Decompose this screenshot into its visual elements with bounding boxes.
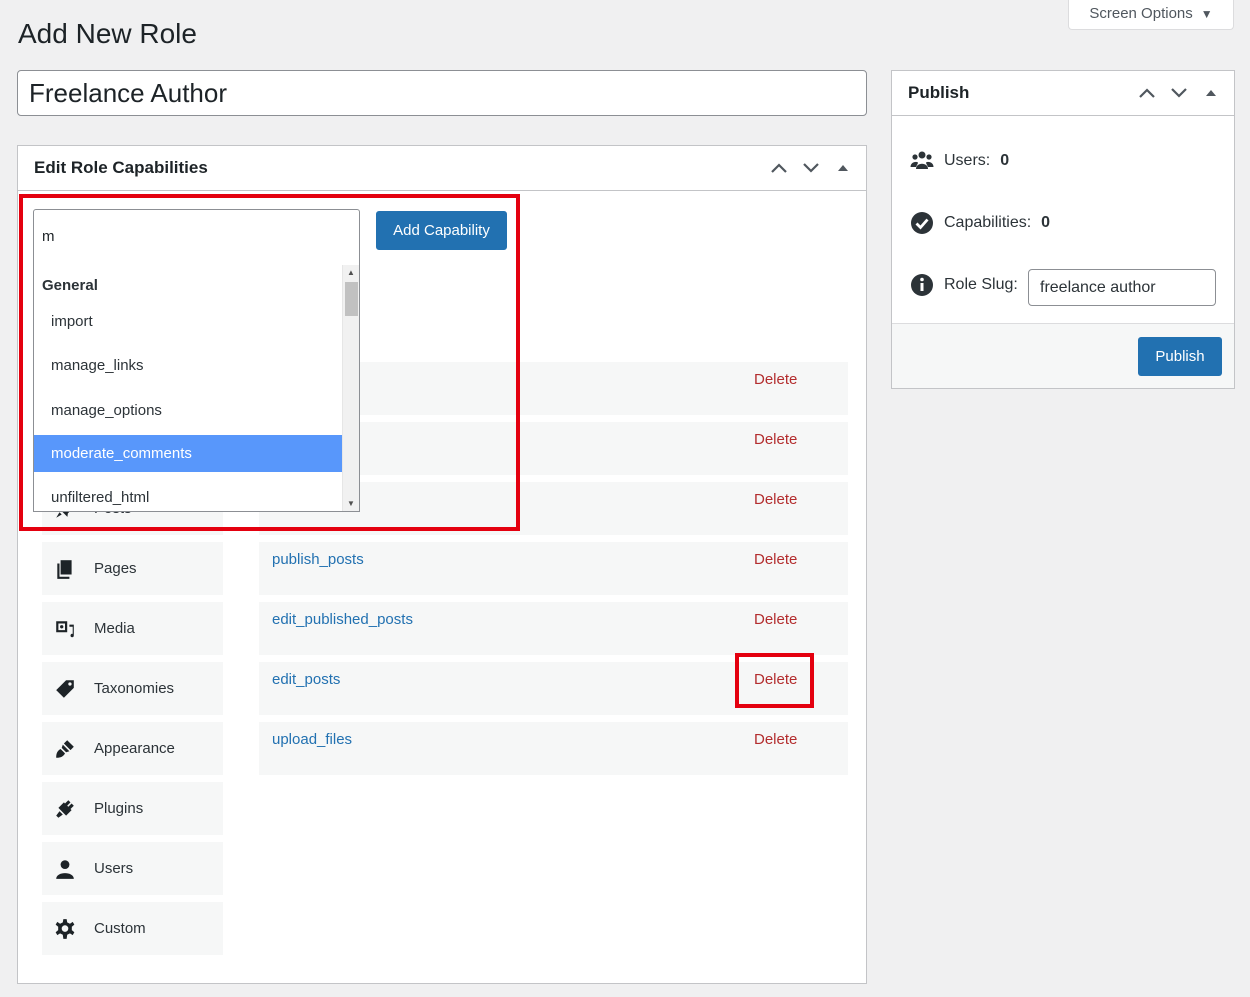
postbox-title: Publish bbox=[908, 83, 970, 102]
section-label: Media bbox=[94, 620, 135, 637]
postbox-header: Edit Role Capabilities bbox=[18, 146, 866, 191]
postbox-title: Edit Role Capabilities bbox=[34, 158, 208, 177]
capabilities-count: 0 bbox=[1041, 214, 1051, 231]
users-label: Users: bbox=[944, 152, 991, 169]
collapse-toggle-icon[interactable] bbox=[832, 157, 854, 179]
section-label: Custom bbox=[94, 920, 146, 937]
brush-icon bbox=[56, 739, 74, 758]
delete-capability-link[interactable]: Delete bbox=[754, 731, 797, 748]
role-slug-row: Role Slug: bbox=[910, 273, 1018, 297]
move-down-icon[interactable] bbox=[800, 157, 822, 179]
users-count: 0 bbox=[1000, 152, 1010, 169]
collapse-toggle-icon[interactable] bbox=[1200, 82, 1222, 104]
section-label: Appearance bbox=[94, 740, 175, 757]
gear-icon bbox=[55, 918, 75, 939]
user-icon bbox=[56, 859, 74, 879]
role-slug-label: Role Slug: bbox=[944, 276, 1018, 293]
screen-options-label: Screen Options bbox=[1089, 5, 1193, 22]
capability-link[interactable]: publish_posts bbox=[272, 551, 364, 568]
section-label: Users bbox=[94, 860, 134, 877]
users-group-icon bbox=[910, 151, 934, 169]
page-title: Add New Role bbox=[18, 18, 197, 49]
capabilities-row: Capabilities: 0 bbox=[910, 211, 1050, 235]
delete-capability-link[interactable]: Delete bbox=[754, 371, 797, 388]
delete-capability-link[interactable]: Delete bbox=[754, 551, 797, 568]
check-circle-icon bbox=[911, 212, 933, 234]
move-down-icon[interactable] bbox=[1168, 82, 1190, 104]
capabilities-label: Capabilities: bbox=[944, 214, 1032, 231]
delete-capability-link[interactable]: Delete bbox=[754, 491, 797, 508]
delete-capability-link[interactable]: Delete bbox=[754, 431, 797, 448]
move-up-icon[interactable] bbox=[768, 157, 790, 179]
caret-down-icon: ▼ bbox=[1200, 6, 1213, 21]
handle-actions bbox=[1136, 82, 1234, 104]
section-item-media[interactable]: Media bbox=[42, 602, 223, 655]
delete-capability-link[interactable]: Delete bbox=[754, 611, 797, 628]
media-icon bbox=[56, 620, 74, 637]
capability-row: edit_published_posts Delete bbox=[259, 602, 848, 655]
section-item-plugins[interactable]: Plugins bbox=[42, 782, 223, 835]
tag-icon bbox=[56, 679, 74, 698]
section-item-appearance[interactable]: Appearance bbox=[42, 722, 223, 775]
section-item-pages[interactable]: Pages bbox=[42, 542, 223, 595]
section-label: Pages bbox=[94, 560, 137, 577]
capability-link[interactable]: edit_published_posts bbox=[272, 611, 413, 628]
pages-icon bbox=[57, 559, 72, 579]
section-label: Taxonomies bbox=[94, 680, 175, 697]
publish-box: Publish Users: 0 Capabilities: 0 Role Sl… bbox=[891, 70, 1235, 389]
capability-link[interactable]: edit_posts bbox=[272, 671, 340, 688]
section-item-custom[interactable]: Custom bbox=[42, 902, 223, 955]
highlight-box-add-capability bbox=[19, 194, 520, 531]
handle-actions bbox=[768, 157, 866, 179]
users-row: Users: 0 bbox=[910, 149, 1009, 173]
highlight-box-delete bbox=[735, 653, 814, 708]
capability-link[interactable]: upload_files bbox=[272, 731, 352, 748]
publish-actions: Publish bbox=[892, 323, 1234, 388]
move-up-icon[interactable] bbox=[1136, 82, 1158, 104]
info-icon bbox=[911, 274, 933, 296]
plugin-icon bbox=[56, 799, 74, 818]
publish-button[interactable]: Publish bbox=[1138, 337, 1222, 376]
section-item-users[interactable]: Users bbox=[42, 842, 223, 895]
screen-options-button[interactable]: Screen Options ▼ bbox=[1068, 0, 1234, 30]
role-slug-input[interactable]: freelance author bbox=[1028, 269, 1216, 306]
section-label: Plugins bbox=[94, 800, 144, 817]
capability-row: publish_posts Delete bbox=[259, 542, 848, 595]
capability-row: upload_files Delete bbox=[259, 722, 848, 775]
postbox-header: Publish bbox=[892, 71, 1234, 116]
role-name-input[interactable]: Freelance Author bbox=[17, 70, 867, 116]
section-item-taxonomies[interactable]: Taxonomies bbox=[42, 662, 223, 715]
